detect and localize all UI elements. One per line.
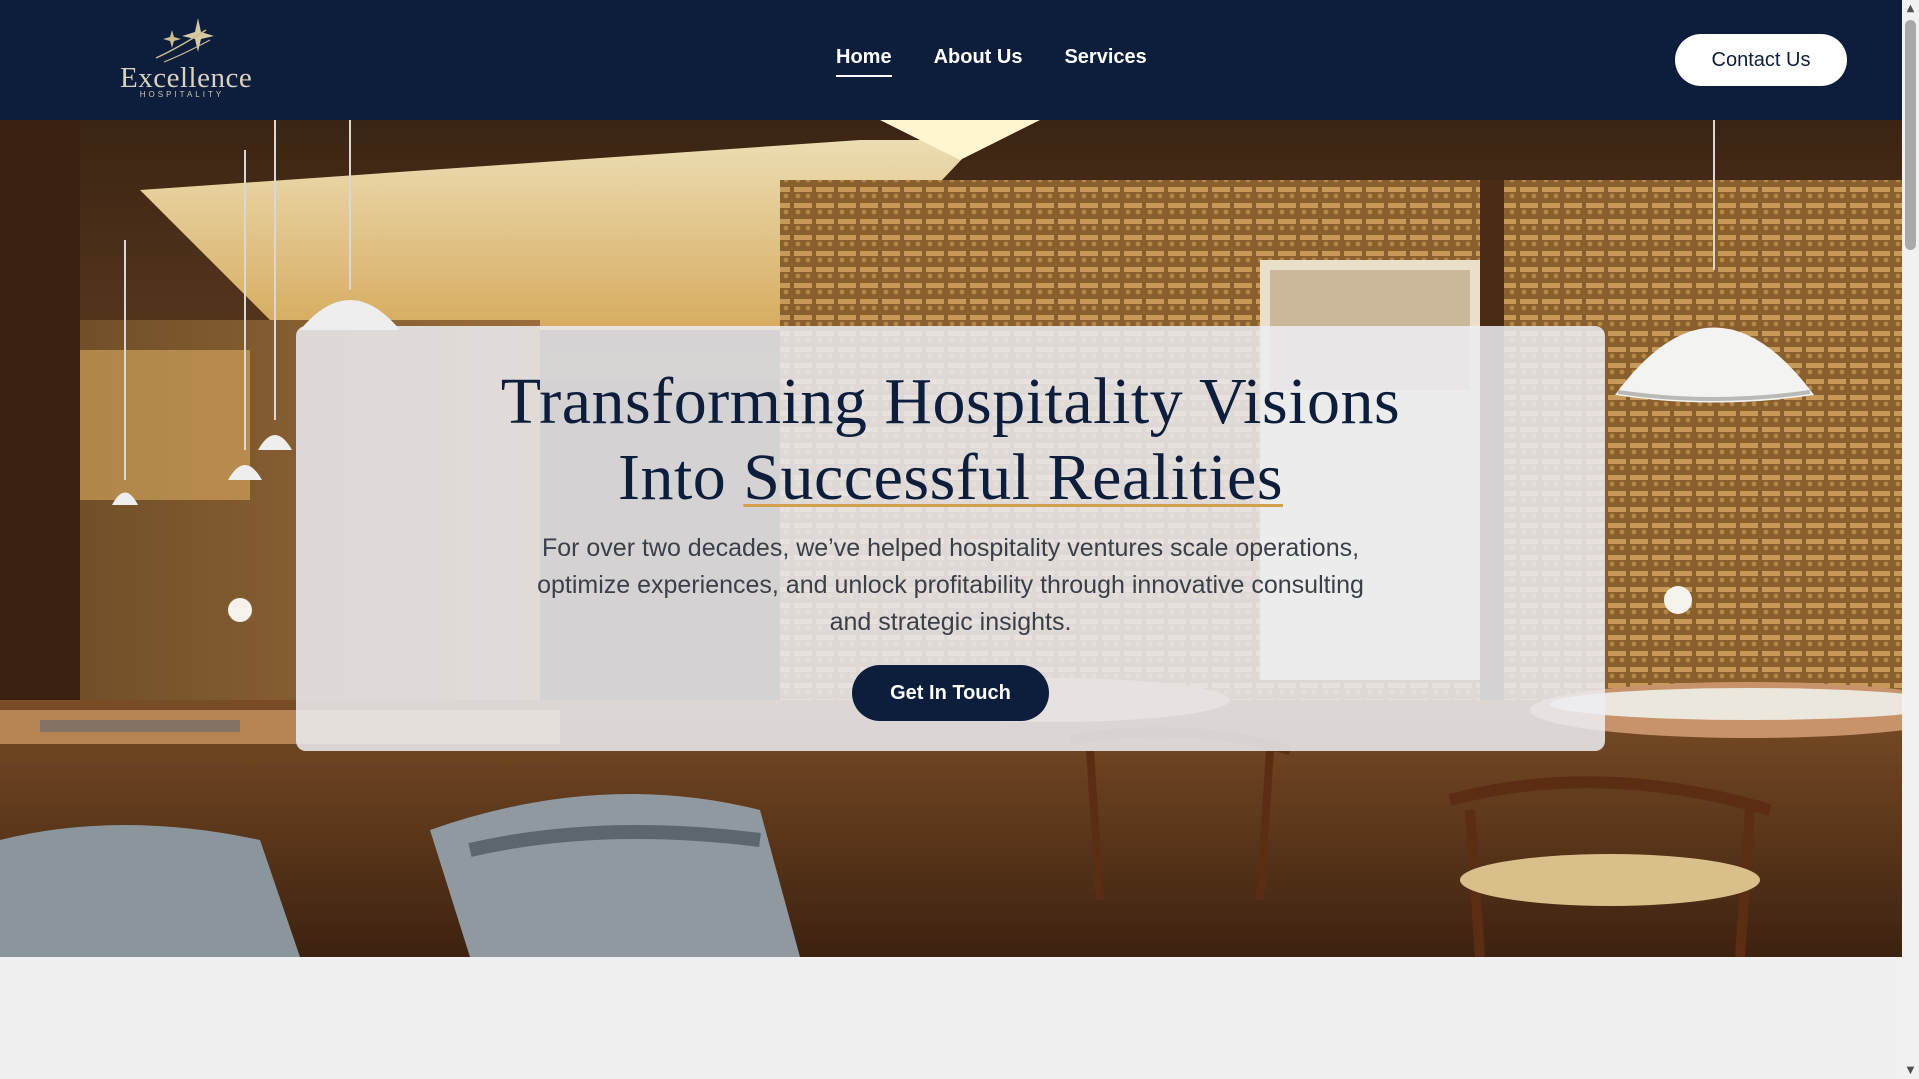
hero-title-line-1: Transforming Hospitality Visions [500, 365, 1401, 438]
brand-logo[interactable]: Excellence HOSPITALITY [120, 18, 252, 104]
main-nav: Home About Us Services [836, 46, 1147, 77]
hero-title-highlight: Successful Realities [743, 441, 1284, 514]
hero-description: For over two decades, we’ve helped hospi… [537, 534, 1364, 636]
scrollbar-thumb[interactable] [1905, 20, 1916, 250]
hero-title-line-2-lead: Into [617, 441, 744, 514]
nav-about-us[interactable]: About Us [934, 46, 1023, 77]
logo-tagline: HOSPITALITY [139, 90, 225, 99]
get-in-touch-button[interactable]: Get In Touch [852, 665, 1049, 721]
scroll-up-arrow-icon[interactable]: ▲ [1902, 0, 1919, 17]
nav-services[interactable]: Services [1064, 46, 1146, 77]
hero-title: Transforming Hospitality Visions Into Su… [296, 364, 1605, 516]
nav-home[interactable]: Home [836, 46, 892, 77]
hero-section: Transforming Hospitality Visions Into Su… [0, 120, 1902, 957]
site-header: Excellence HOSPITALITY Home About Us Ser… [0, 0, 1902, 120]
hero-card: Transforming Hospitality Visions Into Su… [296, 326, 1605, 751]
page-scrollbar[interactable]: ▲ ▼ [1902, 0, 1919, 1079]
contact-us-button[interactable]: Contact Us [1675, 34, 1847, 86]
logo-stars-icon [155, 18, 214, 63]
next-section [0, 957, 1902, 1079]
scroll-down-arrow-icon[interactable]: ▼ [1902, 1062, 1919, 1079]
